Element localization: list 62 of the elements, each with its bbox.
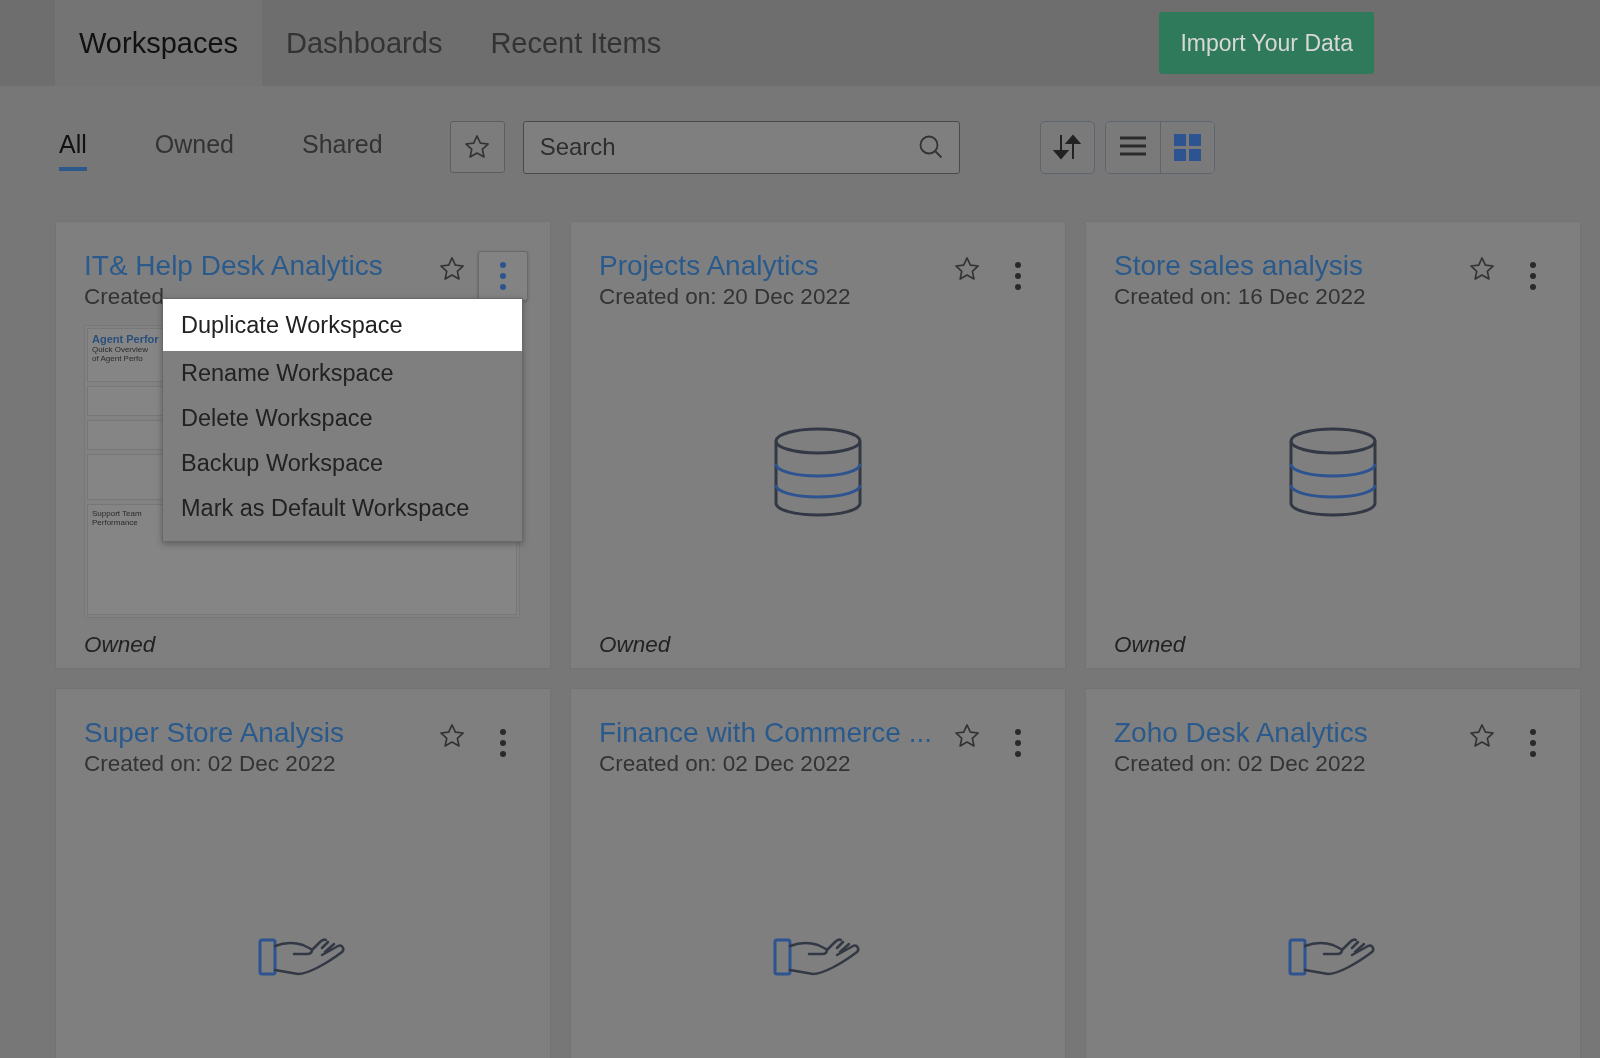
sort-icon — [1052, 132, 1083, 162]
workspace-title[interactable]: Super Store Analysis — [84, 716, 438, 750]
filter-tab[interactable]: Owned — [154, 123, 234, 171]
created-date: Created on: 02 Dec 2022 — [599, 750, 852, 778]
search-field[interactable]: Search — [522, 120, 960, 174]
workspace-card[interactable]: Zoho Desk Analytics Created on: 02 Dec 2022 — [1085, 688, 1581, 1058]
star-icon[interactable] — [438, 255, 466, 283]
kebab-icon — [1529, 261, 1537, 291]
thumbnail-subheading: Quick Overview of Agent Perfo — [92, 345, 149, 363]
menu-item[interactable]: Backup Workspace — [163, 441, 522, 486]
kebab-icon — [499, 728, 507, 758]
menu-item[interactable]: Delete Workspace — [163, 396, 522, 441]
ownership-label: Owned — [1114, 632, 1186, 657]
thumbnail-section-title: Support Team Performance — [92, 509, 143, 527]
workspace-title[interactable]: Finance with Commerce ... — [599, 716, 953, 750]
kebab-icon — [1014, 261, 1022, 291]
filter-tab[interactable]: All — [59, 123, 87, 171]
nav-tab[interactable]: Dashboards — [262, 0, 467, 86]
menu-item[interactable]: Rename Workspace — [163, 351, 522, 396]
hand-icon — [258, 935, 348, 978]
created-date: Created — [84, 283, 166, 311]
workspace-card[interactable] — [55, 221, 551, 669]
sort-button[interactable] — [1039, 120, 1095, 174]
menu-item[interactable]: Duplicate Workspace — [163, 299, 522, 351]
star-icon[interactable] — [438, 722, 466, 750]
star-icon[interactable] — [1468, 722, 1496, 750]
star-icon[interactable] — [1468, 255, 1496, 283]
workspace-title[interactable]: Projects Analytics — [599, 249, 953, 283]
created-date: Created on: 16 Dec 2022 — [1114, 283, 1367, 311]
kebab-icon — [499, 261, 507, 291]
star-icon[interactable] — [953, 255, 981, 283]
kebab-icon — [1014, 728, 1022, 758]
workspace-title[interactable]: Zoho Desk Analytics — [1114, 716, 1468, 750]
menu-item[interactable]: Mark as Default Workspace — [163, 486, 522, 531]
workspace-title[interactable]: IT& Help Desk Analytics — [84, 249, 438, 283]
workspace-title[interactable]: Store sales analysis — [1114, 249, 1468, 283]
ownership-label: Owned — [84, 632, 156, 657]
star-icon[interactable] — [953, 722, 981, 750]
grid-icon — [1172, 132, 1202, 162]
nav-tab[interactable]: Recent Items — [466, 0, 686, 86]
grid-view-button[interactable] — [1159, 121, 1214, 173]
favorites-button[interactable] — [449, 121, 505, 173]
star-icon[interactable] — [463, 133, 492, 161]
kebab-icon — [1529, 728, 1537, 758]
more-options-button[interactable] — [478, 251, 528, 301]
workspace-card[interactable]: Projects Analytics Created on: 20 Dec 2022 Owned — [570, 221, 1066, 669]
workspace-card[interactable]: Super Store Analysis Created on: 02 Dec 2022 — [55, 688, 551, 1058]
created-date: Created on: 20 Dec 2022 — [599, 283, 852, 311]
search-icon[interactable] — [917, 133, 944, 160]
database-icon — [1288, 426, 1378, 517]
filter-tab[interactable]: Shared — [302, 123, 383, 171]
ownership-label: Owned — [599, 632, 671, 657]
workspace-card[interactable]: Finance with Commerce ... Created on: 02 Dec 2022 — [570, 688, 1066, 1058]
import-data-button[interactable]: Import Your Data — [1159, 12, 1374, 74]
created-date: Created on: 02 Dec 2022 — [1114, 750, 1367, 778]
hand-icon — [1288, 935, 1378, 978]
hand-icon — [773, 935, 863, 978]
workspace-card[interactable]: Store sales analysis Created on: 16 Dec 2022 Owned — [1085, 221, 1581, 669]
created-date: Created on: 02 Dec 2022 — [84, 750, 337, 778]
nav-tab[interactable]: Workspaces — [55, 0, 263, 86]
database-icon — [773, 426, 863, 517]
thumbnail-heading: Agent Perfor — [92, 333, 160, 345]
